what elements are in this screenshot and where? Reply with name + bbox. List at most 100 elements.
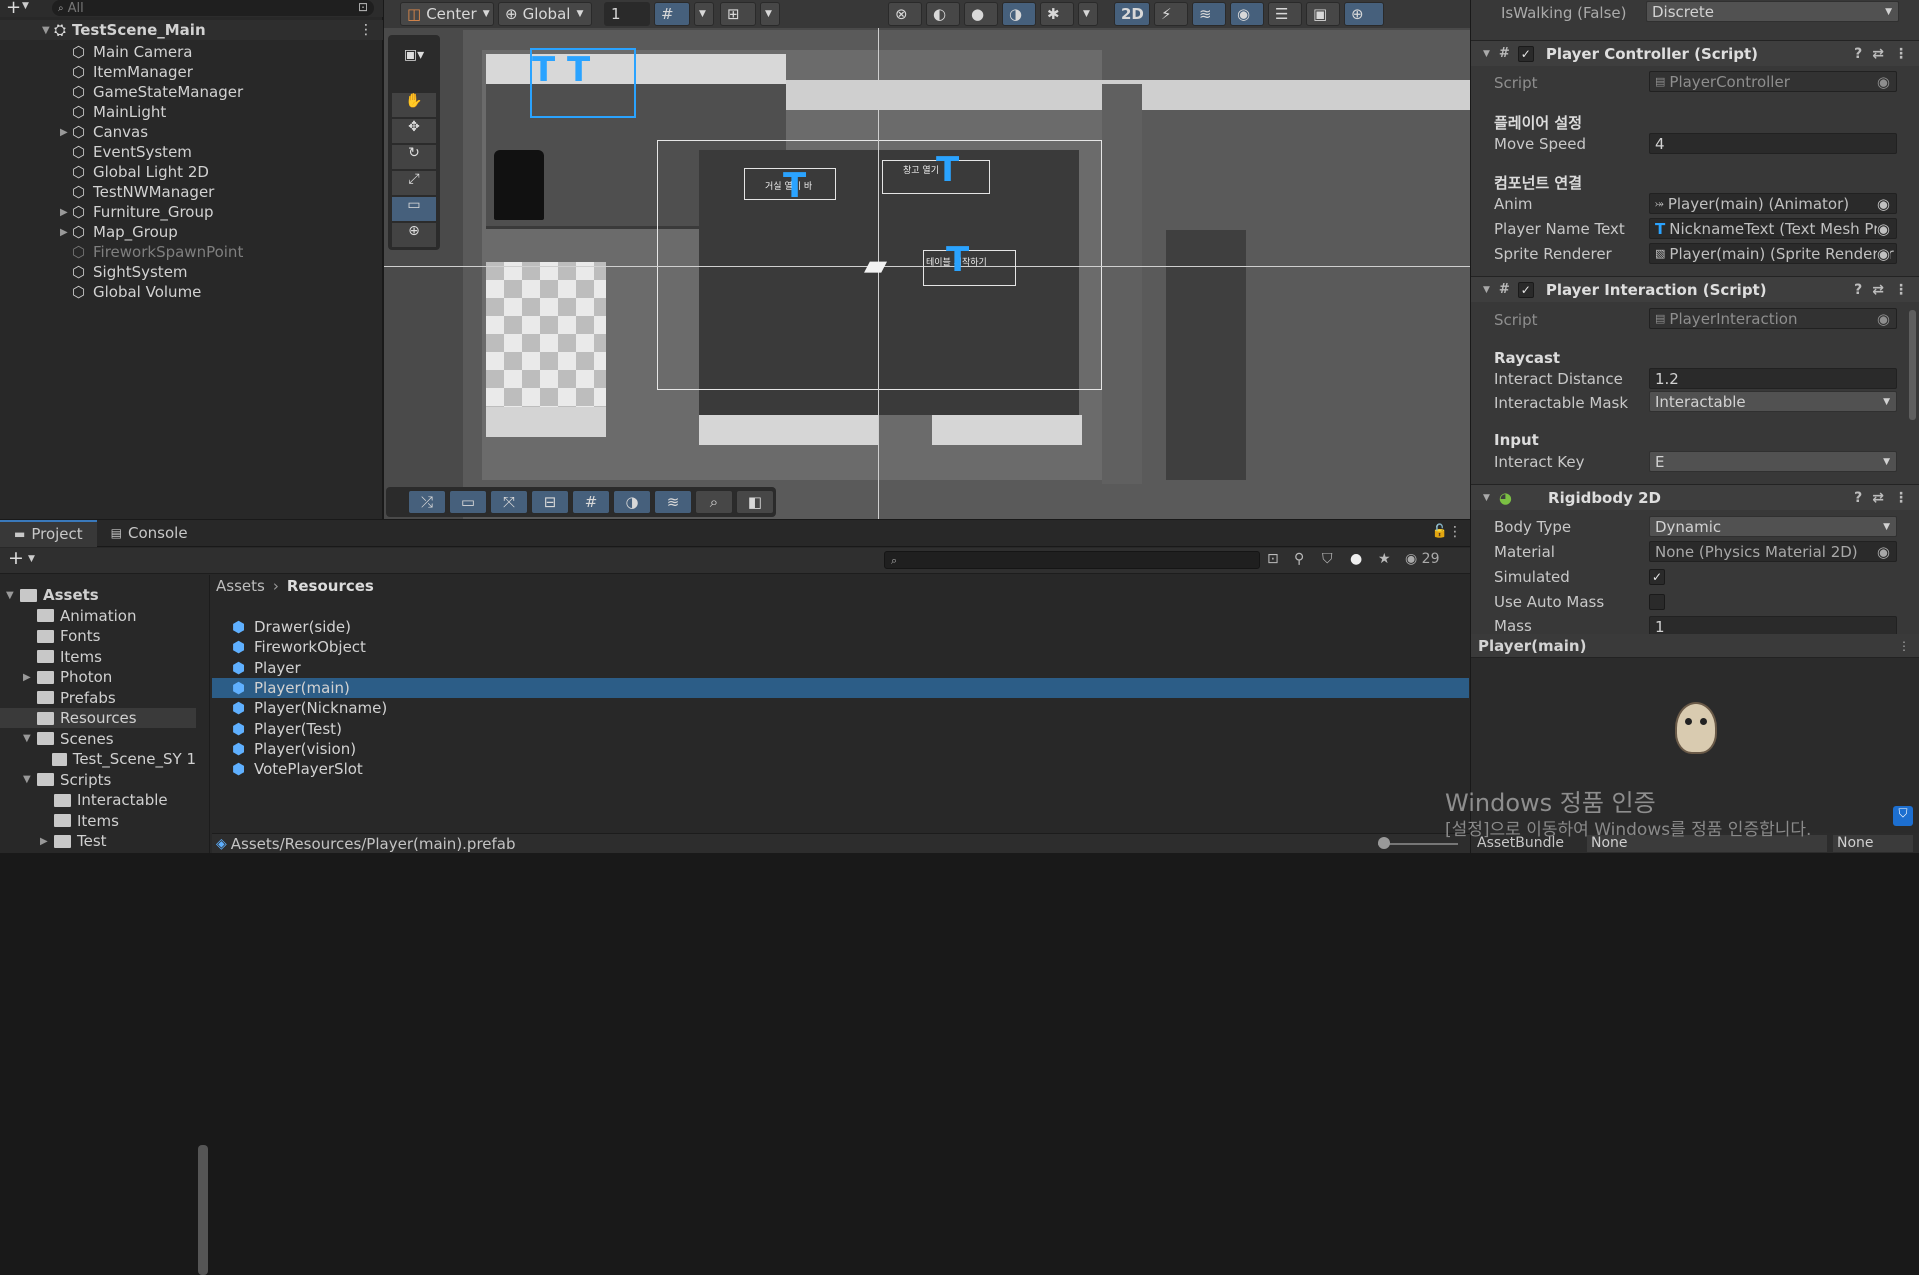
player-controller-header[interactable]: ▼ # ✓ Player Controller (Script) ? ⇄ ⋮: [1471, 40, 1919, 66]
hierarchy-item[interactable]: ⬡ GameStateManager: [0, 82, 383, 102]
player-interaction-header[interactable]: ▼ # ✓ Player Interaction (Script) ? ⇄ ⋮: [1471, 276, 1919, 302]
grid-snap-dropdown[interactable]: ▼: [694, 2, 714, 26]
overlay-snap-button[interactable]: ⤮: [408, 490, 446, 514]
grid-size-input[interactable]: 1: [604, 2, 650, 26]
scene-root[interactable]: ▼ ⛭ TestScene_Main ⋮: [0, 20, 383, 40]
overlay-tool-5[interactable]: #: [572, 490, 610, 514]
hierarchy-item[interactable]: ⬡ TestNWManager: [0, 182, 383, 202]
hierarchy-item[interactable]: ⬡ Global Volume: [0, 282, 383, 302]
effects-button[interactable]: ≋: [1192, 2, 1226, 26]
camera-settings-button[interactable]: ▣: [1306, 2, 1340, 26]
folder-item[interactable]: ▶ Test: [0, 831, 196, 851]
scale-tool-button[interactable]: ⤢: [392, 171, 436, 195]
simulated-checkbox[interactable]: ✓: [1649, 569, 1665, 585]
wireframe-button[interactable]: ⊗: [888, 2, 922, 26]
overlay-search-button[interactable]: ⌕: [695, 490, 733, 514]
object-picker-icon[interactable]: ◉: [1876, 194, 1890, 213]
text-gizmo-icon[interactable]: T: [783, 166, 806, 206]
grid-snap-button[interactable]: #: [654, 2, 690, 26]
more-options-icon[interactable]: ⋮: [1448, 524, 1462, 540]
hierarchy-item[interactable]: ⬡ SightSystem: [0, 262, 383, 282]
search-by-type-icon[interactable]: ⊡: [1267, 551, 1279, 567]
folder-item[interactable]: Animation: [0, 606, 196, 626]
asset-item[interactable]: ⬢ Player(main): [212, 677, 1469, 698]
hierarchy-item[interactable]: ▶ ⬡ Canvas: [0, 122, 383, 142]
breadcrumb-assets[interactable]: Assets: [216, 577, 265, 595]
folder-item[interactable]: Test_Scene_SY 1: [0, 749, 196, 769]
sprite-renderer-field[interactable]: ▧ Player(main) (Sprite Renderer ◉: [1649, 243, 1897, 264]
expand-arrow-icon[interactable]: ▼: [23, 733, 37, 744]
create-dropdown-icon[interactable]: ▼: [28, 554, 35, 564]
tree-scrollbar[interactable]: [198, 1145, 208, 1275]
pivot-dropdown[interactable]: ◫ Center ▼: [400, 2, 494, 26]
asset-item[interactable]: ⬢ FireworkObject: [212, 637, 1469, 657]
hierarchy-search-input[interactable]: ⌕ All: [52, 0, 374, 16]
more-options-icon[interactable]: ⋮: [359, 22, 373, 38]
scene-view[interactable]: ◫ Center ▼ ⊕ Global ▼ 1 # ▼ ⊞ ▼ ⊗ ◐ ● ◑ ✱ ▼ …: [384, 0, 1470, 519]
unlit-button[interactable]: ◑: [1002, 2, 1036, 26]
overlay-tool-7[interactable]: ≋: [654, 490, 692, 514]
expand-arrow-icon[interactable]: ▶: [60, 227, 72, 238]
rigidbody-header[interactable]: ▼ ◕ Rigidbody 2D ? ⇄ ⋮: [1471, 484, 1919, 510]
use-auto-mass-checkbox[interactable]: [1649, 594, 1665, 610]
2d-mode-button[interactable]: 2D: [1114, 2, 1150, 26]
object-picker-icon[interactable]: ◉: [1876, 219, 1890, 238]
drag-handle-icon[interactable]: ⋮: [1898, 639, 1910, 653]
folder-item[interactable]: Fonts: [0, 626, 196, 646]
rect-tool-button[interactable]: ▭: [392, 197, 436, 221]
lighting-toggle-button[interactable]: ⚡: [1154, 2, 1188, 26]
preset-icon[interactable]: ⇄: [1872, 282, 1884, 298]
folder-item[interactable]: ▼ Scripts: [0, 770, 196, 790]
asset-item[interactable]: ⬢ Drawer(side): [212, 617, 1469, 637]
create-asset-icon[interactable]: +: [8, 547, 24, 569]
lock-icon[interactable]: 🔓: [1432, 524, 1448, 539]
asset-item[interactable]: ⬢ Player(Test): [212, 719, 1469, 739]
hierarchy-item[interactable]: ⬡ Main Camera: [0, 42, 383, 62]
iswalking-dropdown[interactable]: Discrete ▼: [1646, 1, 1899, 22]
rotate-tool-button[interactable]: ↻: [392, 145, 436, 169]
asset-item[interactable]: ⬢ Player(Nickname): [212, 698, 1469, 718]
enabled-checkbox[interactable]: ✓: [1517, 281, 1534, 298]
folder-item[interactable]: Items: [0, 647, 196, 667]
visibility-button[interactable]: ◉: [1230, 2, 1264, 26]
help-icon[interactable]: ?: [1854, 46, 1862, 62]
expand-arrow-icon[interactable]: ▼: [6, 590, 20, 601]
scene-layers-button[interactable]: ☰: [1268, 2, 1302, 26]
filter-icon[interactable]: ⚲: [1294, 551, 1304, 567]
move-speed-input[interactable]: 4: [1649, 133, 1897, 154]
hierarchy-item[interactable]: ⬡ MainLight: [0, 102, 383, 122]
material-field[interactable]: None (Physics Material 2D) ◉: [1649, 541, 1897, 562]
more-options-icon[interactable]: ⋮: [1894, 490, 1908, 506]
expand-arrow-icon[interactable]: ▼: [23, 774, 37, 785]
hierarchy-item[interactable]: ▶ ⬡ Furniture_Group: [0, 202, 383, 222]
debug-draw-button[interactable]: ✱: [1040, 2, 1074, 26]
tab-console[interactable]: ▤ Console: [97, 520, 202, 547]
preset-icon[interactable]: ⇄: [1872, 490, 1884, 506]
incremental-snap-dropdown[interactable]: ▼: [760, 2, 780, 26]
search-filter-icon[interactable]: ⊡: [358, 0, 368, 14]
inspector-scrollbar[interactable]: [1909, 310, 1916, 420]
help-icon[interactable]: ?: [1854, 490, 1862, 506]
collapse-arrow-icon[interactable]: ▼: [1483, 285, 1490, 295]
more-options-icon[interactable]: ⋮: [1894, 282, 1908, 298]
hierarchy-item[interactable]: ▶ ⬡ Map_Group: [0, 222, 383, 242]
expand-arrow-icon[interactable]: ▶: [60, 127, 72, 138]
expand-arrow-icon[interactable]: ▶: [60, 207, 72, 218]
overlay-tool-3[interactable]: ⤧: [490, 490, 528, 514]
asset-item[interactable]: ⬢ Player: [212, 658, 1469, 678]
folder-item[interactable]: Items: [0, 811, 196, 831]
help-icon[interactable]: ?: [1854, 282, 1862, 298]
overlay-tool-9[interactable]: ◧: [736, 490, 774, 514]
view-tool-dropdown[interactable]: ▣▾: [400, 47, 428, 67]
hierarchy-item[interactable]: ⬡ Global Light 2D: [0, 162, 383, 182]
text-gizmo-icon[interactable]: T: [936, 150, 959, 190]
hand-tool-button[interactable]: ✋: [392, 93, 436, 117]
incremental-snap-button[interactable]: ⊞: [720, 2, 756, 26]
text-gizmo-cluster[interactable]: T T: [530, 48, 636, 118]
folder-item[interactable]: ▼ Scenes: [0, 729, 196, 749]
object-picker-icon[interactable]: ◉: [1876, 244, 1890, 263]
folder-item[interactable]: ▼ Assets: [0, 585, 196, 605]
folder-item[interactable]: Prefabs: [0, 688, 196, 708]
interactable-mask-dropdown[interactable]: Interactable ▼: [1649, 391, 1897, 412]
text-gizmo-icon[interactable]: T: [946, 240, 969, 280]
